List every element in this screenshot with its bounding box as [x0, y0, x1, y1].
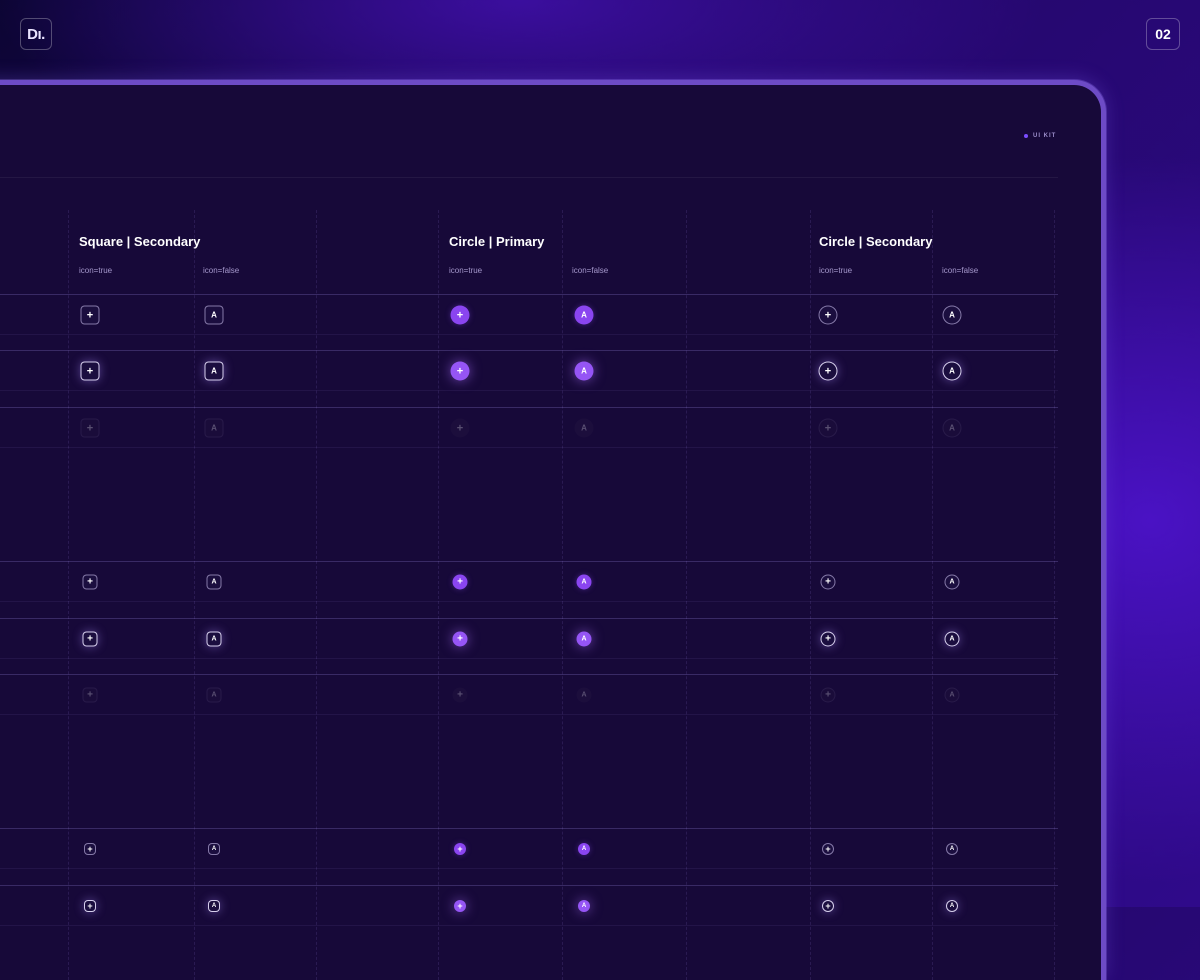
- plus-icon-circle-button: +: [818, 418, 838, 438]
- letter-circle-button[interactable]: A: [574, 305, 594, 325]
- plus-icon-square-button: +: [80, 418, 100, 438]
- plus-icon-square-button[interactable]: +: [80, 361, 100, 381]
- plus-icon-circle-button[interactable]: +: [450, 361, 470, 381]
- plus-icon-square-button[interactable]: +: [80, 305, 100, 325]
- column-label-icon-false: icon=false: [572, 266, 609, 275]
- state-row: [0, 674, 1058, 715]
- plus-icon-square-button[interactable]: +: [84, 843, 96, 855]
- page-number-badge: 02: [1146, 18, 1180, 50]
- letter-circle-button[interactable]: A: [944, 574, 960, 590]
- device-frame: UI KIT Square | Secondary icon=true icon…: [0, 80, 1106, 980]
- letter-circle-button[interactable]: A: [942, 361, 962, 381]
- letter-circle-button[interactable]: A: [946, 900, 958, 912]
- column-label-icon-false: icon=false: [203, 266, 240, 275]
- tag-dot-icon: [1024, 134, 1028, 138]
- column-label-icon-true: icon=true: [449, 266, 483, 275]
- plus-icon-circle-button[interactable]: +: [822, 900, 834, 912]
- letter-circle-button: A: [944, 687, 960, 703]
- section-title-square-secondary: Square | Secondary: [79, 234, 201, 249]
- section-title-circle-primary: Circle | Primary: [449, 234, 545, 249]
- section-title-circle-secondary: Circle | Secondary: [819, 234, 933, 249]
- state-row: [0, 618, 1058, 659]
- letter-circle-button[interactable]: A: [578, 843, 590, 855]
- plus-icon-circle-button[interactable]: +: [454, 843, 466, 855]
- plus-icon-circle-button[interactable]: +: [820, 631, 836, 647]
- letter-square-button[interactable]: A: [208, 843, 220, 855]
- state-row: [0, 885, 1058, 926]
- letter-square-button: A: [206, 687, 222, 703]
- letter-circle-button[interactable]: A: [576, 631, 592, 647]
- ui-kit-tag: UI KIT: [1024, 133, 1056, 139]
- column-label-icon-true: icon=true: [819, 266, 853, 275]
- divider: [0, 177, 1058, 178]
- plus-icon-circle-button: +: [450, 418, 470, 438]
- component-sheet: UI KIT Square | Secondary icon=true icon…: [0, 85, 1061, 980]
- letter-square-button[interactable]: A: [206, 574, 222, 590]
- letter-square-button[interactable]: A: [204, 305, 224, 325]
- letter-circle-button[interactable]: A: [574, 361, 594, 381]
- letter-circle-button[interactable]: A: [942, 305, 962, 325]
- plus-icon-square-button[interactable]: +: [82, 631, 98, 647]
- plus-icon-square-button: +: [82, 687, 98, 703]
- letter-square-button[interactable]: A: [204, 361, 224, 381]
- letter-circle-button[interactable]: A: [946, 843, 958, 855]
- state-row: [0, 561, 1058, 602]
- plus-icon-circle-button[interactable]: +: [818, 361, 838, 381]
- state-row: [0, 294, 1058, 335]
- letter-square-button[interactable]: A: [208, 900, 220, 912]
- plus-icon-circle-button[interactable]: +: [452, 574, 468, 590]
- logo: Dı.: [20, 18, 52, 50]
- column-label-icon-true: icon=true: [79, 266, 113, 275]
- plus-icon-circle-button[interactable]: +: [818, 305, 838, 325]
- letter-square-button[interactable]: A: [206, 631, 222, 647]
- plus-icon-square-button[interactable]: +: [82, 574, 98, 590]
- plus-icon-circle-button[interactable]: +: [454, 900, 466, 912]
- letter-circle-button: A: [942, 418, 962, 438]
- plus-icon-circle-button[interactable]: +: [822, 843, 834, 855]
- state-row: [0, 350, 1058, 391]
- letter-circle-button[interactable]: A: [944, 631, 960, 647]
- letter-square-button: A: [204, 418, 224, 438]
- plus-icon-circle-button: +: [820, 687, 836, 703]
- plus-icon-circle-button[interactable]: +: [820, 574, 836, 590]
- state-row: [0, 407, 1058, 448]
- letter-circle-button[interactable]: A: [578, 900, 590, 912]
- state-row: [0, 828, 1058, 869]
- plus-icon-square-button[interactable]: +: [84, 900, 96, 912]
- letter-circle-button: A: [576, 687, 592, 703]
- plus-icon-circle-button[interactable]: +: [452, 631, 468, 647]
- column-label-icon-false: icon=false: [942, 266, 979, 275]
- letter-circle-button[interactable]: A: [576, 574, 592, 590]
- ui-kit-label: UI KIT: [1033, 133, 1057, 139]
- plus-icon-circle-button: +: [452, 687, 468, 703]
- plus-icon-circle-button[interactable]: +: [450, 305, 470, 325]
- letter-circle-button: A: [574, 418, 594, 438]
